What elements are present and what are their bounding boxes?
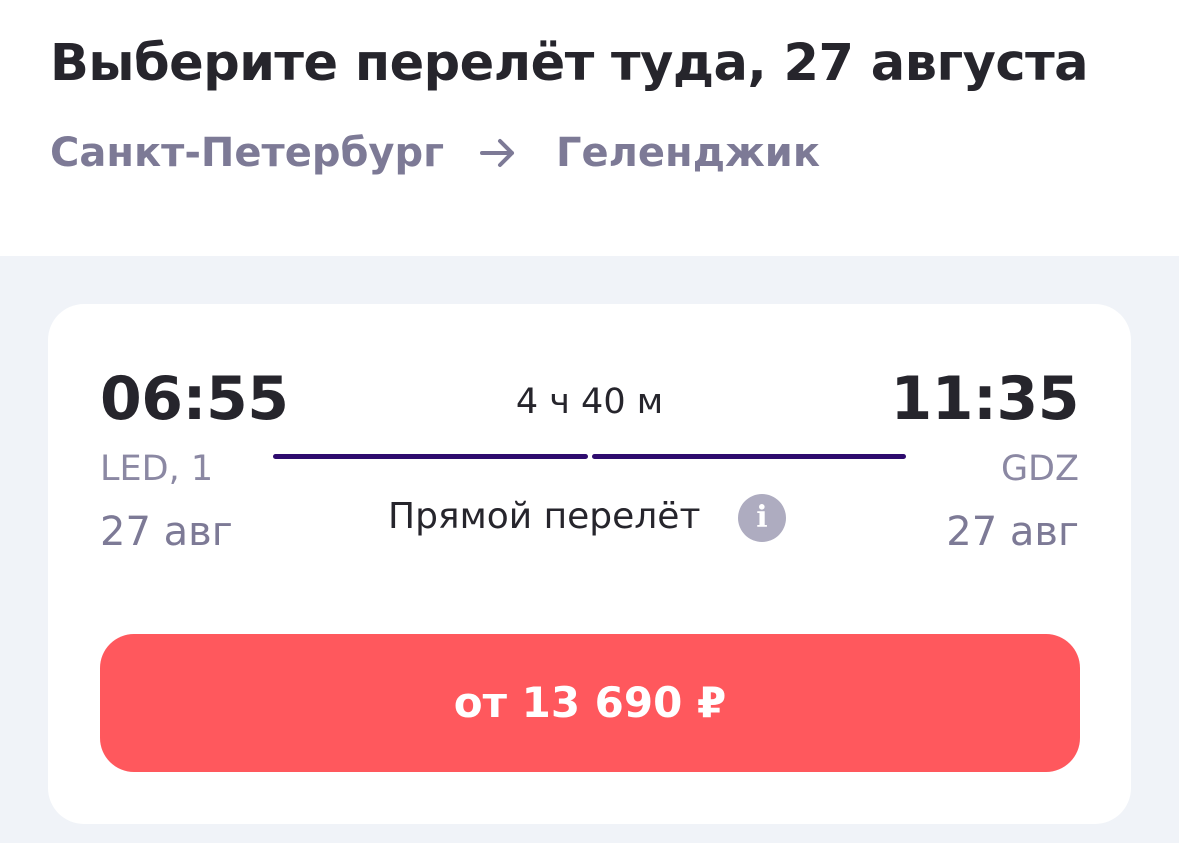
departure-airport: LED, 1 (100, 449, 214, 489)
results-area: 06:55 LED, 1 27 авг 4 ч 40 м Прямой пере… (0, 256, 1179, 843)
select-price-button[interactable]: от 13 690 ₽ (100, 634, 1080, 772)
flight-duration: 4 ч 40 м (515, 382, 664, 422)
route-line-segment (592, 454, 906, 459)
route-to: Геленджик (556, 130, 820, 176)
page: Выберите перелёт туда, 27 августа Санкт-… (0, 0, 1179, 843)
departure-time: 06:55 (100, 364, 289, 434)
arrow-right-icon (478, 133, 518, 173)
route-breadcrumb: Санкт-Петербург Геленджик (50, 130, 820, 176)
arrival-airport: GDZ (1000, 449, 1079, 489)
arrival-date: 27 авг (946, 509, 1079, 555)
flight-card[interactable]: 06:55 LED, 1 27 авг 4 ч 40 м Прямой пере… (48, 304, 1131, 824)
route-line-segment (273, 454, 588, 459)
header: Выберите перелёт туда, 27 августа Санкт-… (0, 0, 1179, 256)
departure-date: 27 авг (100, 509, 233, 555)
info-icon[interactable]: i (738, 494, 786, 542)
flight-type: Прямой перелёт (388, 496, 701, 537)
route-from: Санкт-Петербург (50, 130, 445, 176)
arrival-time: 11:35 (890, 364, 1080, 434)
page-title: Выберите перелёт туда, 27 августа (50, 34, 1089, 93)
